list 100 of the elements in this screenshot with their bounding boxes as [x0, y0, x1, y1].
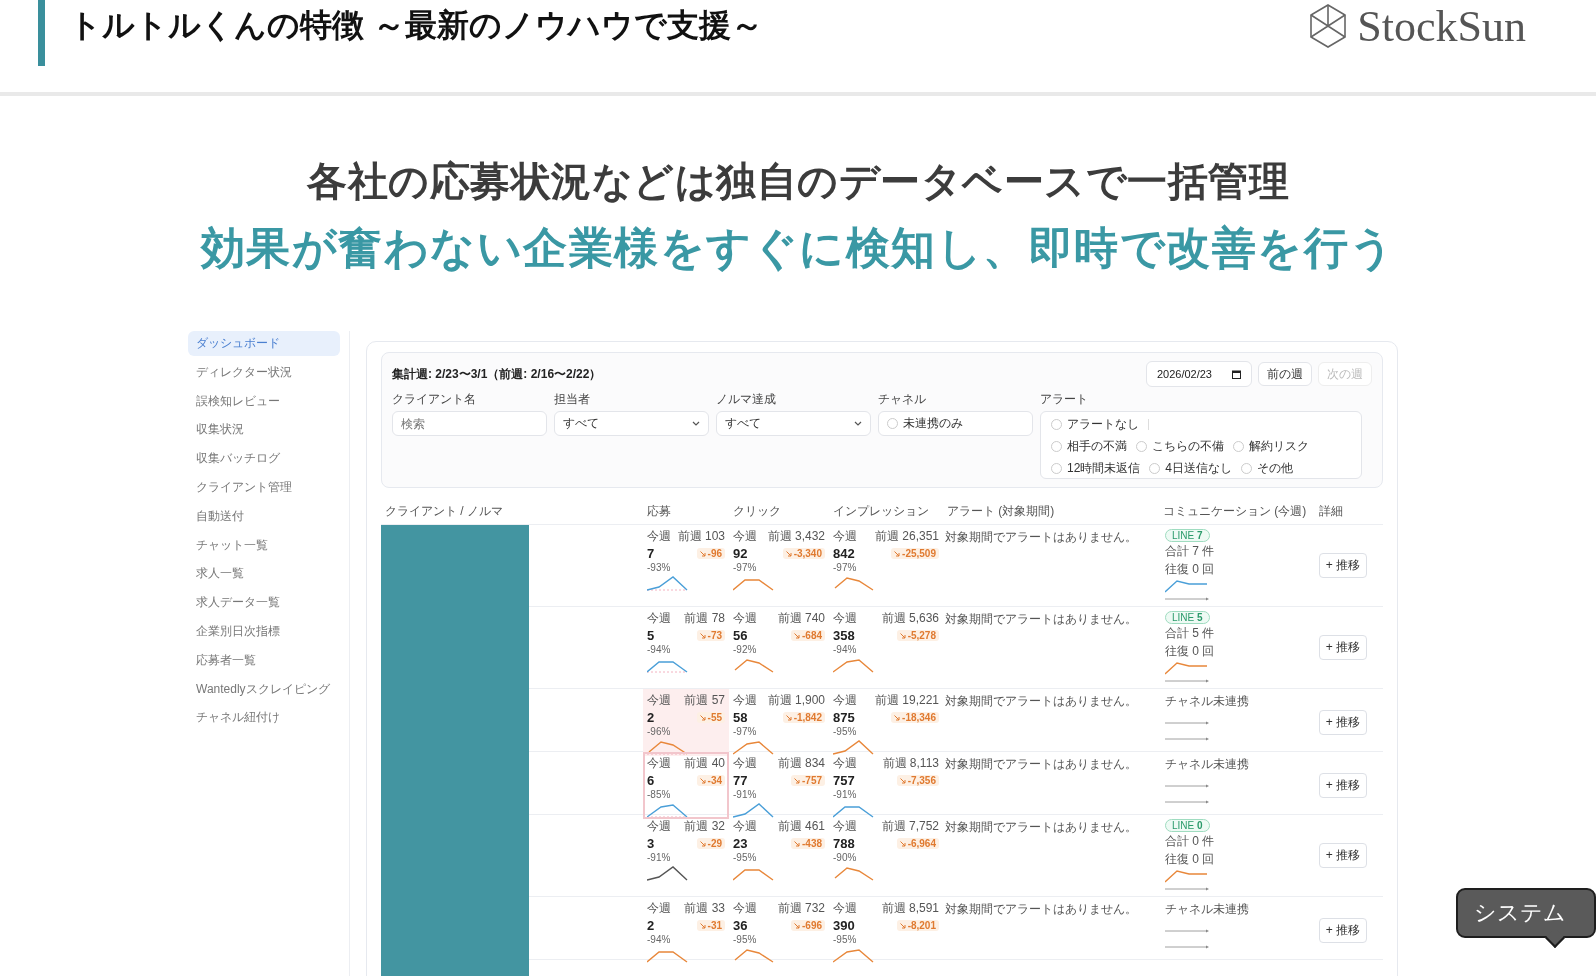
sidebar-item[interactable]: ダッシュボード	[188, 331, 340, 356]
previous-week-value: 前週 40	[684, 755, 725, 772]
percent-change: -94%	[647, 934, 672, 945]
previous-week-value: 前週 732	[777, 900, 825, 917]
sparkline-drawing	[733, 801, 775, 819]
radio-icon[interactable]	[1233, 441, 1244, 452]
radio-option[interactable]: アラートなし	[1051, 416, 1139, 433]
sidebar-item[interactable]: ディレクター状況	[188, 359, 340, 385]
metric-value: 2	[647, 710, 655, 725]
previous-week-value: 前週 32	[684, 818, 725, 835]
radio-icon[interactable]	[1051, 463, 1062, 474]
previous-week-value: 前週 461	[777, 818, 825, 835]
sidebar-item[interactable]: チャット一覧	[188, 532, 340, 558]
sidebar-item[interactable]: 求人データ一覧	[188, 590, 340, 616]
radio-icon[interactable]	[1149, 463, 1161, 474]
timeline-drawing	[1165, 887, 1209, 891]
down-arrow-icon	[785, 714, 792, 721]
radio-option[interactable]: 4日送信なし	[1149, 460, 1233, 477]
timeline-drawing	[1165, 945, 1209, 949]
down-arrow-icon	[699, 777, 706, 784]
radio-icon[interactable]	[1136, 441, 1147, 452]
column-header: アラート (対象期間)	[946, 502, 1056, 520]
down-arrow-icon	[794, 922, 800, 929]
trend-button[interactable]: + 推移	[1318, 635, 1368, 660]
slide-title: トルトルくんの特徴 ～最新のノウハウで支援～	[69, 6, 763, 45]
radio-icon[interactable]	[887, 418, 898, 429]
metric-value: 92	[733, 546, 748, 561]
week-label: 今週	[647, 818, 671, 835]
column-header: クライアント / ノルマ	[384, 502, 504, 520]
percent-change: -94%	[647, 644, 672, 655]
metric-value: 36	[733, 918, 748, 933]
previous-week-value: 前週 8,113	[882, 755, 939, 772]
delta-value: -73	[707, 630, 722, 641]
channel-status: チャネル未連携	[1165, 693, 1249, 710]
sidebar-item[interactable]: 自動送付	[188, 503, 340, 529]
delta-value: -438	[802, 838, 822, 849]
sidebar-item[interactable]: 誤検知レビュー	[188, 388, 340, 414]
down-arrow-icon	[894, 714, 901, 721]
sidebar-item[interactable]: 企業別日次指標	[188, 618, 340, 644]
alert-text: 対象期間でアラートはありません。	[944, 611, 1138, 628]
chevron-down-icon	[692, 421, 700, 426]
delta-value: -3,340	[793, 548, 822, 559]
date-field[interactable]: 2026/02/23	[1145, 361, 1252, 387]
sparkline-drawing	[833, 574, 875, 592]
previous-week-value: 前週 103	[677, 528, 725, 545]
trend-button[interactable]: + 推移	[1318, 773, 1368, 798]
week-label: 今週	[733, 755, 757, 772]
sidebar-item[interactable]: クライアント管理	[188, 475, 340, 500]
previous-week-value: 前週 33	[684, 900, 725, 917]
percent-change: -95%	[733, 852, 758, 863]
sidebar-item[interactable]: チャネル紐付け	[188, 705, 340, 731]
week-label: 今週	[733, 818, 757, 835]
week-button[interactable]: 前の週	[1258, 362, 1312, 386]
radio-option[interactable]: 12時間未返信	[1051, 460, 1141, 477]
delta-value: -55	[707, 712, 722, 723]
select-field[interactable]: すべて	[716, 411, 871, 436]
cube-logo-icon	[1309, 3, 1348, 49]
sparkline-drawing	[647, 574, 689, 592]
down-arrow-icon	[785, 550, 792, 557]
sparkline-drawing	[733, 738, 775, 756]
radio-option[interactable]: 相手の不満	[1051, 438, 1127, 455]
sidebar-item[interactable]: 収集状況	[188, 417, 340, 443]
column-header: クリック	[732, 502, 782, 520]
calendar-icon	[1232, 369, 1241, 379]
metric-value: 3	[647, 836, 655, 851]
search-field[interactable]: 検索	[392, 411, 547, 436]
radio-option[interactable]: 解約リスク	[1233, 438, 1309, 455]
trend-button[interactable]: + 推移	[1318, 710, 1368, 735]
radio-icon[interactable]	[1051, 441, 1062, 452]
sidebar-item[interactable]: 応募者一覧	[188, 647, 340, 673]
radio-option[interactable]: その他	[1241, 460, 1294, 477]
field-label: クライアント名	[392, 391, 477, 408]
percent-change: -95%	[733, 934, 758, 945]
sparkline-drawing	[647, 738, 689, 756]
delta-value: -31	[707, 920, 722, 931]
week-label: 今週	[647, 900, 671, 917]
sidebar-item[interactable]: Wantedlyスクレイピング	[188, 676, 340, 702]
delta-value: -29	[707, 838, 722, 849]
radio-option[interactable]: 未連携のみ	[887, 415, 963, 432]
metric-value: 788	[833, 836, 855, 851]
trend-button[interactable]: + 推移	[1318, 553, 1368, 578]
alert-text: 対象期間でアラートはありません。	[944, 693, 1138, 710]
sidebar-item[interactable]: 収集バッチログ	[188, 446, 340, 472]
trend-button[interactable]: + 推移	[1318, 843, 1368, 868]
radio-icon[interactable]	[1051, 419, 1062, 430]
radio-icon[interactable]	[1241, 463, 1253, 474]
accent-bar	[38, 0, 45, 66]
sidebar-item[interactable]: 求人一覧	[188, 561, 340, 587]
select-field[interactable]: すべて	[554, 411, 709, 436]
round-trip-count: 往復 0 回	[1165, 643, 1215, 660]
percent-change: -97%	[733, 562, 758, 573]
line-badge: LINE 0	[1165, 819, 1210, 832]
radio-option[interactable]: こちらの不備	[1136, 438, 1224, 455]
trend-button[interactable]: + 推移	[1318, 918, 1368, 943]
previous-week-value: 前週 3,432	[767, 528, 825, 545]
delta-value: -757	[802, 775, 822, 786]
previous-week-value: 前週 834	[777, 755, 825, 772]
metric-value: 757	[833, 773, 855, 788]
field-label: アラート	[1040, 391, 1089, 408]
column-header: コミュニケーション (今週)	[1162, 502, 1308, 520]
